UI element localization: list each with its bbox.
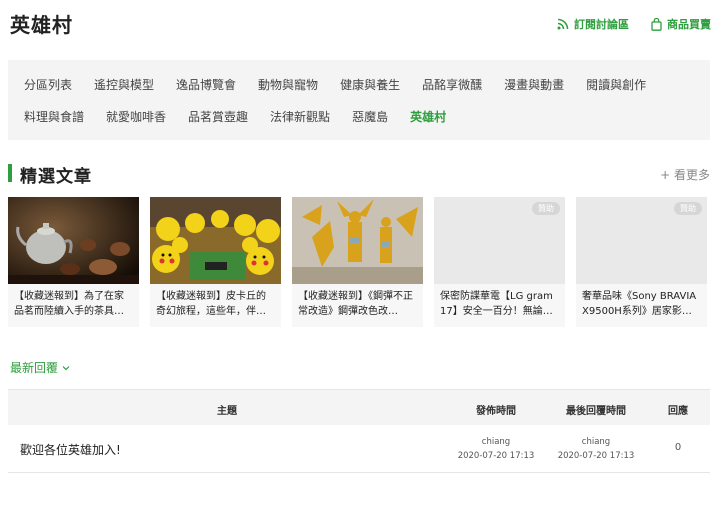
- topics-table: 主題 發佈時間 最後回覆時間 回應 歡迎各位英雄加入! chiang 2020-…: [8, 389, 710, 473]
- subscribe-forum-link[interactable]: 訂閱討論區: [557, 16, 629, 32]
- category-item[interactable]: 品酩享微醺: [422, 76, 482, 93]
- article-caption: 保密防諜華電【LG gram 17】安全一百分！無論…: [440, 291, 553, 317]
- sponsored-badge: 贊助: [532, 202, 560, 215]
- category-item[interactable]: 漫畫與動畫: [504, 76, 564, 93]
- category-item[interactable]: 遙控與模型: [94, 76, 154, 93]
- gundam-photo: [292, 197, 423, 284]
- posted-user[interactable]: chiang: [446, 435, 546, 449]
- category-item[interactable]: 料理與食譜: [24, 108, 84, 125]
- shop-label: 商品買賣: [667, 18, 711, 31]
- category-row: 分區列表 遙控與模型 逸品博覽會 動物與寵物 健康與養生 品酩享微醺 漫畫與動畫…: [24, 76, 668, 93]
- article-card[interactable]: 【收藏迷報到】為了在家品茗而陸續入手的茶具…: [8, 197, 139, 327]
- section-accent-bar: [8, 164, 12, 182]
- sponsored-article-card[interactable]: 贊助 奢華品味《Sony BRAVIA X9500H系列》居家影…: [576, 197, 707, 327]
- pikachu-photo: [150, 197, 281, 284]
- category-item[interactable]: 閱讀與創作: [586, 76, 646, 93]
- category-item-active[interactable]: 英雄村: [410, 108, 446, 125]
- subscribe-label: 訂閱討論區: [574, 18, 629, 31]
- category-panel: 分區列表 遙控與模型 逸品博覽會 動物與寵物 健康與養生 品酩享微醺 漫畫與動畫…: [8, 60, 710, 140]
- featured-section-header: 精選文章 + 看更多: [8, 162, 710, 187]
- column-last-reply: 最後回覆時間: [566, 406, 626, 417]
- featured-cards: 【收藏迷報到】為了在家品茗而陸續入手的茶具… 【收藏迷報到】皮卡丘的奇幻旅程，這…: [8, 197, 710, 327]
- article-caption: 【收藏迷報到】為了在家品茗而陸續入手的茶具…: [14, 291, 124, 317]
- category-item[interactable]: 逸品博覽會: [176, 76, 236, 93]
- category-item[interactable]: 就愛咖啡香: [106, 108, 166, 125]
- article-caption: 【收藏迷報到】《鋼彈不正常改造》鋼彈改色改…: [298, 291, 413, 317]
- rss-icon: [557, 18, 569, 30]
- teapot-photo: [8, 197, 139, 284]
- category-item[interactable]: 惡魔島: [352, 108, 388, 125]
- article-card[interactable]: 【收藏迷報到】皮卡丘的奇幻旅程，這些年，伴…: [150, 197, 281, 327]
- reply-count: 0: [674, 442, 682, 453]
- latest-replies-label: 最新回覆: [10, 361, 59, 375]
- posted-time: 2020-07-20 17:13: [457, 451, 535, 461]
- posted-cell: chiang 2020-07-20 17:13: [446, 435, 546, 463]
- image-placeholder: 贊助: [576, 197, 707, 284]
- last-reply-cell: chiang 2020-07-20 17:13: [546, 435, 646, 463]
- shopping-bag-icon: [651, 17, 662, 31]
- last-reply-user[interactable]: chiang: [546, 435, 646, 449]
- chevron-down-icon: [62, 365, 70, 370]
- latest-replies-dropdown[interactable]: 最新回覆: [10, 359, 70, 376]
- sponsored-article-card[interactable]: 贊助 保密防諜華電【LG gram 17】安全一百分！無論…: [434, 197, 565, 327]
- forum-title: 英雄村: [10, 13, 73, 37]
- column-replies: 回應: [668, 406, 688, 417]
- article-caption: 奢華品味《Sony BRAVIA X9500H系列》居家影…: [582, 291, 697, 317]
- last-reply-time: 2020-07-20 17:13: [557, 451, 635, 461]
- table-row: 歡迎各位英雄加入! chiang 2020-07-20 17:13 chiang…: [8, 425, 710, 473]
- category-item[interactable]: 動物與寵物: [258, 76, 318, 93]
- page-header: 英雄村 訂閱討論區 商品買賣: [0, 0, 720, 50]
- topic-subject-link[interactable]: 歡迎各位英雄加入!: [20, 441, 121, 458]
- see-more-link[interactable]: + 看更多: [660, 166, 710, 183]
- article-card[interactable]: 【收藏迷報到】《鋼彈不正常改造》鋼彈改色改…: [292, 197, 423, 327]
- table-header: 主題 發佈時間 最後回覆時間 回應: [8, 389, 710, 425]
- sponsored-badge: 贊助: [674, 202, 702, 215]
- image-placeholder: 贊助: [434, 197, 565, 284]
- column-posted: 發佈時間: [476, 406, 516, 417]
- column-subject: 主題: [217, 406, 237, 417]
- category-item[interactable]: 品茗賞壺趣: [188, 108, 248, 125]
- featured-title: 精選文章: [20, 167, 92, 187]
- shop-link[interactable]: 商品買賣: [651, 16, 711, 32]
- article-caption: 【收藏迷報到】皮卡丘的奇幻旅程，這些年，伴…: [156, 291, 266, 317]
- category-item[interactable]: 分區列表: [24, 76, 72, 93]
- category-item[interactable]: 健康與養生: [340, 76, 400, 93]
- category-item[interactable]: 法律新觀點: [270, 108, 330, 125]
- category-row: 料理與食譜 就愛咖啡香 品茗賞壺趣 法律新觀點 惡魔島 英雄村: [24, 108, 468, 125]
